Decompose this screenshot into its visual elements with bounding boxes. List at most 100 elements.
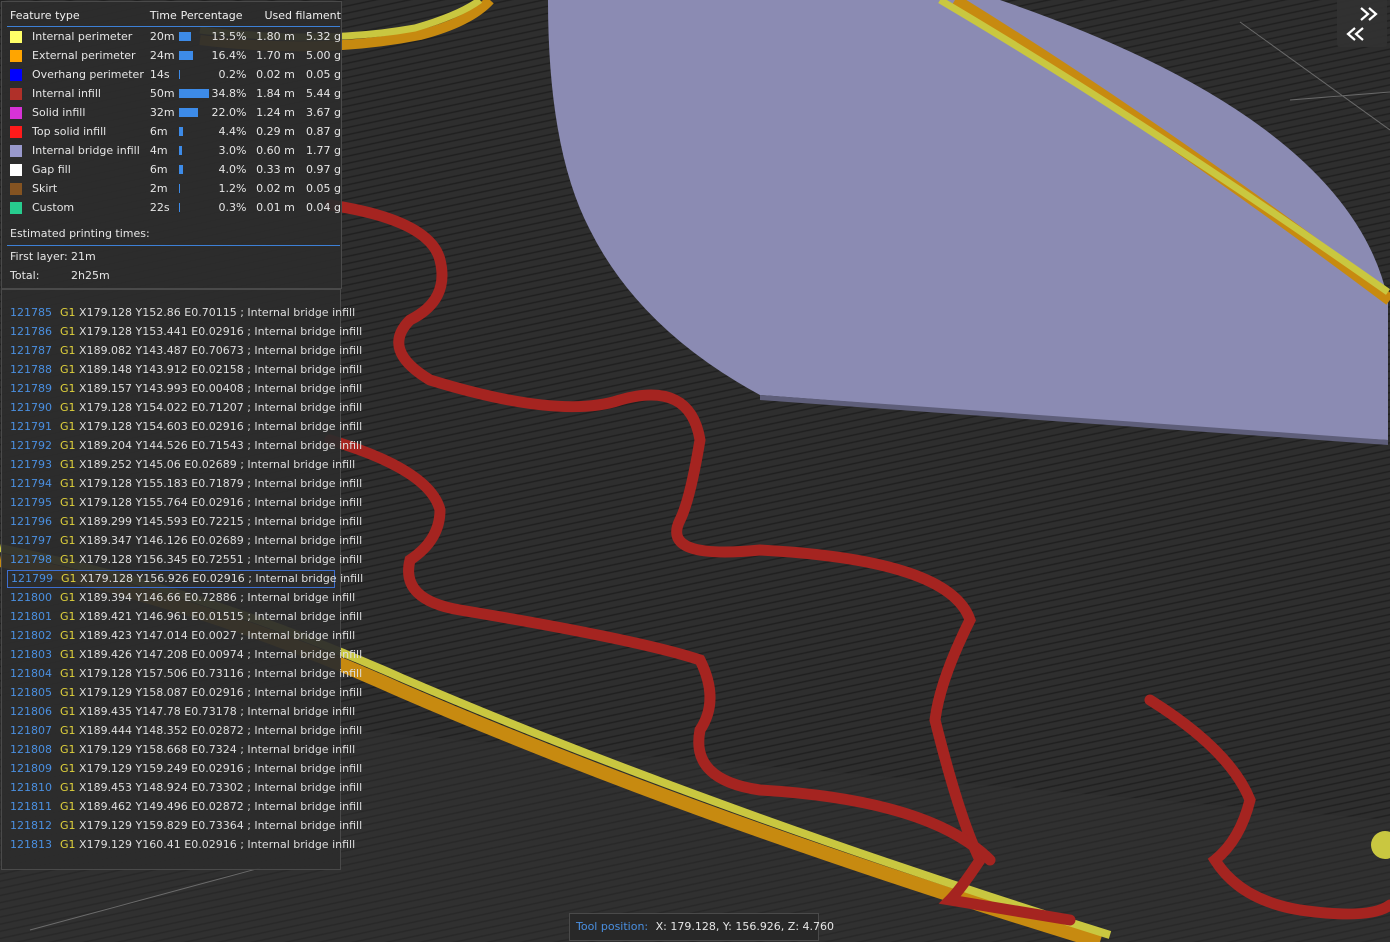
gcode-line[interactable]: 121789 G1 X189.157 Y143.993 E0.00408 ; In… bbox=[7, 380, 362, 398]
gcode-params: X189.148 Y143.912 E0.02158 ; Internal br… bbox=[79, 363, 363, 376]
header-percentage: Percentage bbox=[180, 9, 243, 22]
gcode-command: G1 bbox=[60, 724, 76, 737]
gcode-line-number: 121801 bbox=[10, 610, 52, 623]
percentage-bar bbox=[178, 108, 198, 117]
gcode-command: G1 bbox=[60, 439, 76, 452]
gcode-params: X189.426 Y147.208 E0.00974 ; Internal br… bbox=[79, 648, 363, 661]
gcode-viewer[interactable]: 121785 G1 X179.128 Y152.86 E0.70115 ; Int… bbox=[1, 289, 363, 870]
gcode-params: X179.128 Y157.506 E0.73116 ; Internal br… bbox=[79, 667, 363, 680]
gcode-params: X189.157 Y143.993 E0.00408 ; Internal br… bbox=[79, 382, 363, 395]
color-swatch bbox=[10, 107, 22, 119]
legend-length: 0.29 m bbox=[256, 125, 295, 138]
legend-row[interactable]: Solid infill 32m 22.0% 1.24 m 3.67 g bbox=[8, 103, 341, 122]
legend-feature-name: Internal infill bbox=[32, 87, 101, 100]
gcode-command: G1 bbox=[60, 477, 76, 490]
legend-percentage: 0.2% bbox=[218, 68, 247, 81]
legend-feature-name: Skirt bbox=[32, 182, 58, 195]
gcode-line-number: 121812 bbox=[10, 819, 52, 832]
gcode-line-number: 121794 bbox=[10, 477, 52, 490]
legend-time: 6m bbox=[149, 163, 168, 176]
gcode-command: G1 bbox=[60, 648, 76, 661]
collapse-sidebar-button[interactable] bbox=[1337, 0, 1387, 47]
gcode-line[interactable]: 121788 G1 X189.148 Y143.912 E0.02158 ; In… bbox=[7, 361, 362, 379]
legend-time: 50m bbox=[149, 87, 175, 100]
color-swatch bbox=[10, 202, 22, 214]
gcode-line-number: 121799 bbox=[11, 572, 53, 585]
legend-weight: 5.32 g bbox=[306, 30, 341, 43]
legend-length: 1.80 m bbox=[256, 30, 295, 43]
legend-feature-name: Custom bbox=[32, 201, 75, 214]
legend-time: 24m bbox=[149, 49, 175, 62]
gcode-line[interactable]: 121794 G1 X179.128 Y155.183 E0.71879 ; In… bbox=[7, 475, 362, 493]
legend-feature: Custom bbox=[8, 198, 144, 217]
gcode-line[interactable]: 121802 G1 X189.423 Y147.014 E0.0027 ; Int… bbox=[7, 627, 355, 645]
gcode-command: G1 bbox=[60, 705, 76, 718]
gcode-command: G1 bbox=[60, 420, 76, 433]
legend-row[interactable]: Internal infill 50m 34.8% 1.84 m 5.44 g bbox=[8, 84, 341, 103]
legend-percentage: 16.4% bbox=[211, 49, 247, 62]
gcode-line-number: 121786 bbox=[10, 325, 52, 338]
gcode-line[interactable]: 121787 G1 X189.082 Y143.487 E0.70673 ; In… bbox=[7, 342, 362, 360]
gcode-line[interactable]: 121797 G1 X189.347 Y146.126 E0.02689 ; In… bbox=[7, 532, 362, 550]
gcode-line-number: 121811 bbox=[10, 800, 52, 813]
legend-feature: External perimeter bbox=[8, 46, 144, 65]
gcode-line[interactable]: 121793 G1 X189.252 Y145.06 E0.02689 ; Int… bbox=[7, 456, 355, 474]
gcode-line[interactable]: 121801 G1 X189.421 Y146.961 E0.01515 ; In… bbox=[7, 608, 362, 626]
gcode-line[interactable]: 121792 G1 X189.204 Y144.526 E0.71543 ; In… bbox=[7, 437, 362, 455]
gcode-line-number: 121789 bbox=[10, 382, 52, 395]
legend-row[interactable]: Skirt 2m 1.2% 0.02 m 0.05 g bbox=[8, 179, 341, 198]
gcode-line[interactable]: 121799 G1 X179.128 Y156.926 E0.02916 ; In… bbox=[7, 570, 363, 588]
gcode-line[interactable]: 121809 G1 X179.129 Y159.249 E0.02916 ; In… bbox=[7, 760, 362, 778]
legend-row[interactable]: Top solid infill 6m 4.4% 0.29 m 0.87 g bbox=[8, 122, 341, 141]
gcode-command: G1 bbox=[60, 553, 76, 566]
legend-percentage-bar-cell bbox=[178, 46, 211, 65]
legend-row[interactable]: Gap fill 6m 4.0% 0.33 m 0.97 g bbox=[8, 160, 341, 179]
gcode-line[interactable]: 121803 G1 X189.426 Y147.208 E0.00974 ; In… bbox=[7, 646, 362, 664]
legend-time: 2m bbox=[149, 182, 168, 195]
legend-feature: Gap fill bbox=[8, 160, 144, 179]
gcode-line-number: 121788 bbox=[10, 363, 52, 376]
legend-row[interactable]: Internal perimeter 20m 13.5% 1.80 m 5.32 g bbox=[8, 27, 341, 46]
gcode-line[interactable]: 121810 G1 X189.453 Y148.924 E0.73302 ; In… bbox=[7, 779, 362, 797]
legend-weight: 0.97 g bbox=[306, 163, 341, 176]
gcode-command: G1 bbox=[60, 800, 76, 813]
legend-row[interactable]: Internal bridge infill 4m 3.0% 0.60 m 1.77 g bbox=[8, 141, 341, 160]
gcode-line[interactable]: 121806 G1 X189.435 Y147.78 E0.73178 ; Int… bbox=[7, 703, 355, 721]
gcode-line[interactable]: 121808 G1 X179.129 Y158.668 E0.7324 ; Int… bbox=[7, 741, 355, 759]
gcode-command: G1 bbox=[60, 382, 76, 395]
legend-percentage-bar-cell bbox=[178, 179, 211, 198]
legend-feature: Internal bridge infill bbox=[8, 141, 144, 160]
gcode-params: X189.453 Y148.924 E0.73302 ; Internal br… bbox=[79, 781, 363, 794]
legend-feature: Skirt bbox=[8, 179, 144, 198]
gcode-line[interactable]: 121805 G1 X179.129 Y158.087 E0.02916 ; In… bbox=[7, 684, 362, 702]
gcode-line[interactable]: 121813 G1 X179.129 Y160.41 E0.02916 ; Int… bbox=[7, 836, 355, 854]
gcode-line[interactable]: 121812 G1 X179.129 Y159.829 E0.73364 ; In… bbox=[7, 817, 362, 835]
gcode-line[interactable]: 121786 G1 X179.128 Y153.441 E0.02916 ; In… bbox=[7, 323, 362, 341]
gcode-command: G1 bbox=[60, 667, 76, 680]
legend-row[interactable]: Custom 22s 0.3% 0.01 m 0.04 g bbox=[8, 198, 341, 217]
gcode-params: X189.435 Y147.78 E0.73178 ; Internal bri… bbox=[79, 705, 356, 718]
gcode-line[interactable]: 121800 G1 X189.394 Y146.66 E0.72886 ; Int… bbox=[7, 589, 355, 607]
gcode-line[interactable]: 121798 G1 X179.128 Y156.345 E0.72551 ; In… bbox=[7, 551, 362, 569]
gcode-line[interactable]: 121804 G1 X179.128 Y157.506 E0.73116 ; In… bbox=[7, 665, 362, 683]
gcode-line[interactable]: 121796 G1 X189.299 Y145.593 E0.72215 ; In… bbox=[7, 513, 362, 531]
legend-feature: Internal perimeter bbox=[8, 27, 144, 46]
percentage-bar bbox=[178, 203, 180, 212]
gcode-line[interactable]: 121811 G1 X189.462 Y149.496 E0.02872 ; In… bbox=[7, 798, 362, 816]
gcode-line[interactable]: 121791 G1 X179.128 Y154.603 E0.02916 ; In… bbox=[7, 418, 362, 436]
legend-percentage-bar-cell bbox=[178, 103, 211, 122]
gcode-params: X179.129 Y158.087 E0.02916 ; Internal br… bbox=[79, 686, 363, 699]
legend-time: 14s bbox=[149, 68, 170, 81]
legend-percentage: 22.0% bbox=[211, 106, 247, 119]
legend-row[interactable]: Overhang perimeter 14s 0.2% 0.02 m 0.05 g bbox=[8, 65, 341, 84]
gcode-line[interactable]: 121785 G1 X179.128 Y152.86 E0.70115 ; Int… bbox=[7, 304, 355, 322]
first-layer-value: 21m bbox=[71, 250, 96, 263]
gcode-line[interactable]: 121795 G1 X179.128 Y155.764 E0.02916 ; In… bbox=[7, 494, 362, 512]
legend-time: 4m bbox=[149, 144, 168, 157]
gcode-command: G1 bbox=[60, 534, 76, 547]
legend-percentage-bar-cell bbox=[178, 198, 211, 217]
gcode-line[interactable]: 121807 G1 X189.444 Y148.352 E0.02872 ; In… bbox=[7, 722, 362, 740]
gcode-line[interactable]: 121790 G1 X179.128 Y154.022 E0.71207 ; In… bbox=[7, 399, 362, 417]
gcode-params: X189.204 Y144.526 E0.71543 ; Internal br… bbox=[79, 439, 363, 452]
legend-row[interactable]: External perimeter 24m 16.4% 1.70 m 5.00 g bbox=[8, 46, 341, 65]
